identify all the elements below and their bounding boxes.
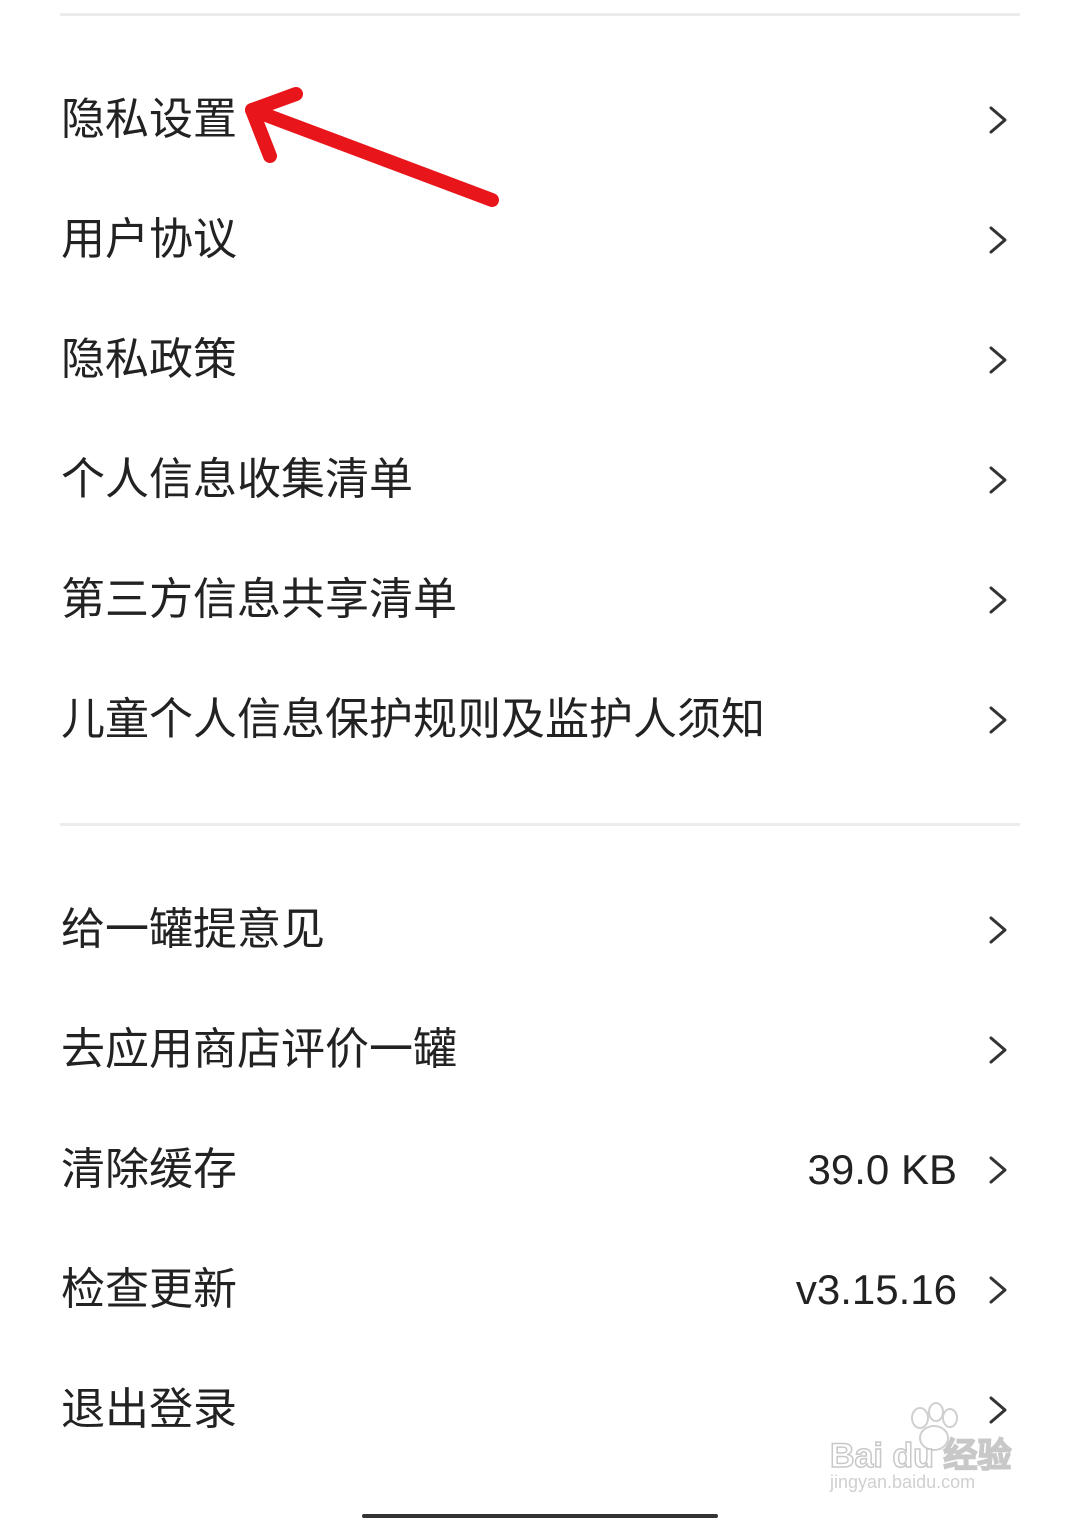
chevron-right-icon (989, 1156, 1007, 1184)
chevron-right-icon (989, 706, 1007, 734)
settings-item-rate-app[interactable]: 去应用商店评价一罐 (0, 990, 1080, 1110)
section-divider (60, 823, 1020, 826)
item-label: 隐私设置 (61, 94, 237, 145)
settings-item-children-privacy-rules[interactable]: 儿童个人信息保护规则及监护人须知 (0, 660, 1080, 780)
baidu-jingyan-watermark: Bai du 经验 jingyan.baidu.com (828, 1400, 1028, 1500)
watermark-url: jingyan.baidu.com (830, 1472, 976, 1492)
item-label: 儿童个人信息保护规则及监护人须知 (61, 694, 765, 745)
item-label: 第三方信息共享清单 (61, 574, 457, 625)
settings-item-third-party-sharing-list[interactable]: 第三方信息共享清单 (0, 540, 1080, 660)
cache-size-value: 39.0 KB (807, 1146, 957, 1193)
chevron-right-icon (989, 586, 1007, 614)
settings-item-clear-cache[interactable]: 清除缓存 39.0 KB (0, 1110, 1080, 1230)
chevron-right-icon (989, 1036, 1007, 1064)
item-label: 隐私政策 (61, 334, 237, 385)
settings-item-feedback[interactable]: 给一罐提意见 (0, 870, 1080, 990)
settings-item-user-agreement[interactable]: 用户协议 (0, 180, 1080, 300)
home-indicator (362, 1514, 718, 1518)
item-label: 去应用商店评价一罐 (61, 1024, 457, 1075)
version-value: v3.15.16 (795, 1266, 957, 1313)
settings-item-privacy-settings[interactable]: 隐私设置 (0, 60, 1080, 180)
chevron-right-icon (989, 346, 1007, 374)
item-label: 检查更新 (61, 1264, 237, 1315)
chevron-right-icon (989, 106, 1007, 134)
settings-item-privacy-policy[interactable]: 隐私政策 (0, 300, 1080, 420)
settings-item-personal-info-list[interactable]: 个人信息收集清单 (0, 420, 1080, 540)
item-label: 个人信息收集清单 (61, 454, 413, 505)
item-label: 用户协议 (61, 214, 237, 265)
chevron-right-icon (989, 916, 1007, 944)
chevron-right-icon (989, 466, 1007, 494)
watermark-brand: Bai du 经验 (829, 1436, 1012, 1476)
settings-item-check-update[interactable]: 检查更新 v3.15.16 (0, 1230, 1080, 1350)
item-label: 给一罐提意见 (61, 904, 325, 955)
top-divider (60, 13, 1020, 16)
chevron-right-icon (989, 226, 1007, 254)
item-label: 退出登录 (61, 1384, 237, 1435)
item-label: 清除缓存 (61, 1144, 237, 1195)
chevron-right-icon (989, 1276, 1007, 1304)
